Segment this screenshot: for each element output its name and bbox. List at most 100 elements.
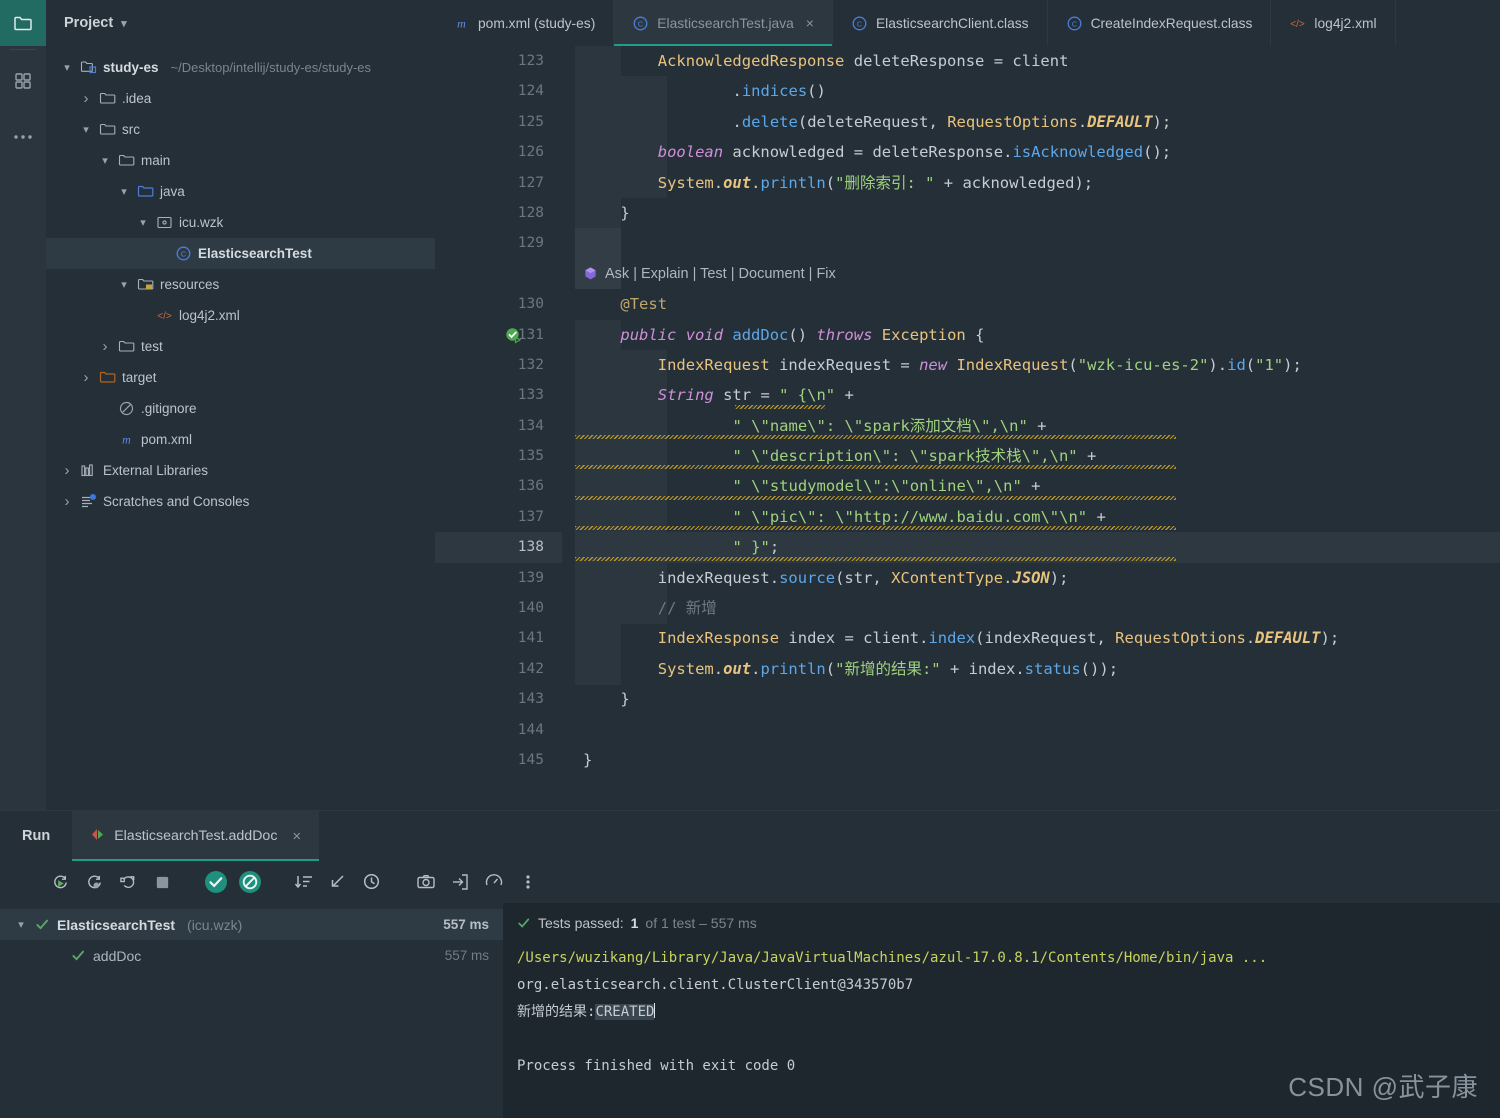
code-line[interactable]: " \"pic\": \"http://www.baidu.com\"\n" + [575, 502, 1500, 532]
tree-item-resources[interactable]: ▾resources [46, 269, 435, 300]
line-number[interactable]: 129 [435, 228, 562, 258]
code-line[interactable]: } [575, 745, 1500, 775]
line-number[interactable]: 142 [435, 654, 562, 684]
code-line[interactable]: String str = " {\n" + [575, 380, 1500, 410]
chevron-right-icon[interactable]: › [60, 462, 74, 479]
ai-inlay-hint[interactable]: Ask | Explain | Test | Document | Fix [575, 259, 1500, 289]
editor-tab-elasticsearchclient-class[interactable]: CElasticsearchClient.class [833, 0, 1048, 46]
line-number[interactable]: 131 [435, 320, 562, 350]
tree-item-test[interactable]: ›test [46, 331, 435, 362]
line-number[interactable]: 140 [435, 593, 562, 623]
code-line[interactable]: indexRequest.source(str, XContentType.JS… [575, 563, 1500, 593]
gauge-icon[interactable] [482, 870, 506, 894]
chevron-down-icon[interactable]: ▾ [60, 61, 74, 74]
code-line[interactable] [575, 715, 1500, 745]
code-line[interactable]: " }"; [575, 532, 1500, 562]
tree-item--gitignore[interactable]: .gitignore [46, 393, 435, 424]
line-number[interactable]: 132 [435, 350, 562, 380]
tree-item-target[interactable]: ›target [46, 362, 435, 393]
line-number[interactable]: 139 [435, 563, 562, 593]
editor-gutter[interactable]: 1231241251261271281291301311321331341351… [435, 46, 562, 810]
code-line[interactable]: System.out.println("删除索引: " + acknowledg… [575, 168, 1500, 198]
code-line[interactable]: System.out.println("新增的结果:" + index.stat… [575, 654, 1500, 684]
code-line[interactable]: " \"name\": \"spark添加文档\",\n" + [575, 411, 1500, 441]
fold-column[interactable] [562, 46, 575, 810]
sidebar-header[interactable]: Project ▾ [46, 0, 435, 46]
code-line[interactable] [575, 228, 1500, 258]
test-row[interactable]: ▾ElasticsearchTest(icu.wzk)557 ms [0, 909, 503, 940]
tree-item-external-libraries[interactable]: ›External Libraries [46, 455, 435, 486]
tree-item-icu-wzk[interactable]: ▾icu.wzk [46, 207, 435, 238]
structure-icon[interactable] [0, 58, 46, 104]
code-line[interactable]: .indices() [575, 76, 1500, 106]
tree-item-elasticsearchtest[interactable]: CElasticsearchTest [46, 238, 435, 269]
close-icon[interactable]: × [292, 828, 301, 845]
line-number[interactable]: 123 [435, 46, 562, 76]
chevron-right-icon[interactable]: › [60, 493, 74, 510]
code-line[interactable]: AcknowledgedResponse deleteResponse = cl… [575, 46, 1500, 76]
tree-item-src[interactable]: ▾src [46, 114, 435, 145]
close-icon[interactable]: × [806, 15, 814, 31]
chevron-down-icon[interactable]: ▾ [136, 216, 150, 229]
line-number[interactable]: 137 [435, 502, 562, 532]
chevron-down-icon[interactable]: ▾ [98, 154, 112, 167]
tree-item--idea[interactable]: ›.idea [46, 83, 435, 114]
code-line[interactable]: boolean acknowledged = deleteResponse.is… [575, 137, 1500, 167]
tree-item-pom-xml[interactable]: mpom.xml [46, 424, 435, 455]
code-line[interactable]: " \"description\": \"spark技术栈\",\n" + [575, 441, 1500, 471]
editor-tab-elasticsearchtest-java[interactable]: CElasticsearchTest.java× [614, 0, 833, 46]
line-number[interactable]: 134 [435, 411, 562, 441]
line-number[interactable]: 143 [435, 684, 562, 714]
test-row[interactable]: addDoc557 ms [0, 940, 503, 971]
project-icon[interactable] [0, 0, 46, 46]
line-number[interactable]: 124 [435, 76, 562, 106]
expand-button[interactable] [326, 870, 350, 894]
line-number[interactable]: 141 [435, 623, 562, 653]
tree-item-log4j2-xml[interactable]: </>log4j2.xml [46, 300, 435, 331]
code-line[interactable]: IndexRequest indexRequest = new IndexReq… [575, 350, 1500, 380]
history-button[interactable] [360, 870, 384, 894]
tree-item-java[interactable]: ▾java [46, 176, 435, 207]
line-number[interactable]: 128 [435, 198, 562, 228]
chevron-down-icon[interactable]: ▾ [117, 185, 131, 198]
chevron-down-icon[interactable]: ▾ [121, 17, 127, 30]
code-line[interactable]: @Test [575, 289, 1500, 319]
code-line[interactable]: public void addDoc() throws Exception { [575, 320, 1500, 350]
line-number[interactable]: 125 [435, 107, 562, 137]
line-number[interactable]: 144 [435, 715, 562, 745]
more-icon[interactable] [0, 114, 46, 160]
chevron-down-icon[interactable]: ▾ [79, 123, 93, 136]
line-number[interactable]: 135 [435, 441, 562, 471]
rerun-button[interactable] [48, 870, 72, 894]
auto-test-button[interactable] [116, 870, 140, 894]
more-button[interactable] [516, 870, 540, 894]
code-line[interactable]: } [575, 684, 1500, 714]
line-number[interactable]: 133 [435, 380, 562, 410]
editor-tab-log4j2-xml[interactable]: </>log4j2.xml [1271, 0, 1395, 46]
line-number[interactable]: 127 [435, 168, 562, 198]
show-ignored-button[interactable] [238, 870, 262, 894]
code-line[interactable]: // 新增 [575, 593, 1500, 623]
editor-tab-pom-xml-study-es-[interactable]: mpom.xml (study-es) [435, 0, 614, 46]
console-panel[interactable]: Tests passed: 1 of 1 test – 557 ms /User… [503, 903, 1500, 1118]
sort-button[interactable] [292, 870, 316, 894]
chevron-right-icon[interactable]: › [79, 369, 93, 386]
line-number[interactable]: 138 [435, 532, 562, 562]
line-number[interactable]: 145 [435, 745, 562, 775]
code-line[interactable]: } [575, 198, 1500, 228]
line-number[interactable]: 130 [435, 289, 562, 319]
tree-item-main[interactable]: ▾main [46, 145, 435, 176]
chevron-down-icon[interactable]: ▾ [117, 278, 131, 291]
line-number[interactable]: 136 [435, 471, 562, 501]
run-test-gutter-icon[interactable] [505, 326, 523, 344]
camera-icon[interactable] [414, 870, 438, 894]
code-line[interactable]: IndexResponse index = client.index(index… [575, 623, 1500, 653]
run-tab[interactable]: ElasticsearchTest.addDoc × [72, 811, 319, 861]
rerun-failed-button[interactable] [82, 870, 106, 894]
code-line[interactable]: " \"studymodel\":\"online\",\n" + [575, 471, 1500, 501]
tree-item-study-es[interactable]: ▾study-es~/Desktop/intellij/study-es/stu… [46, 52, 435, 83]
code-line[interactable]: .delete(deleteRequest, RequestOptions.DE… [575, 107, 1500, 137]
chevron-down-icon[interactable]: ▾ [14, 918, 28, 931]
chevron-right-icon[interactable]: › [98, 338, 112, 355]
line-number[interactable]: 126 [435, 137, 562, 167]
